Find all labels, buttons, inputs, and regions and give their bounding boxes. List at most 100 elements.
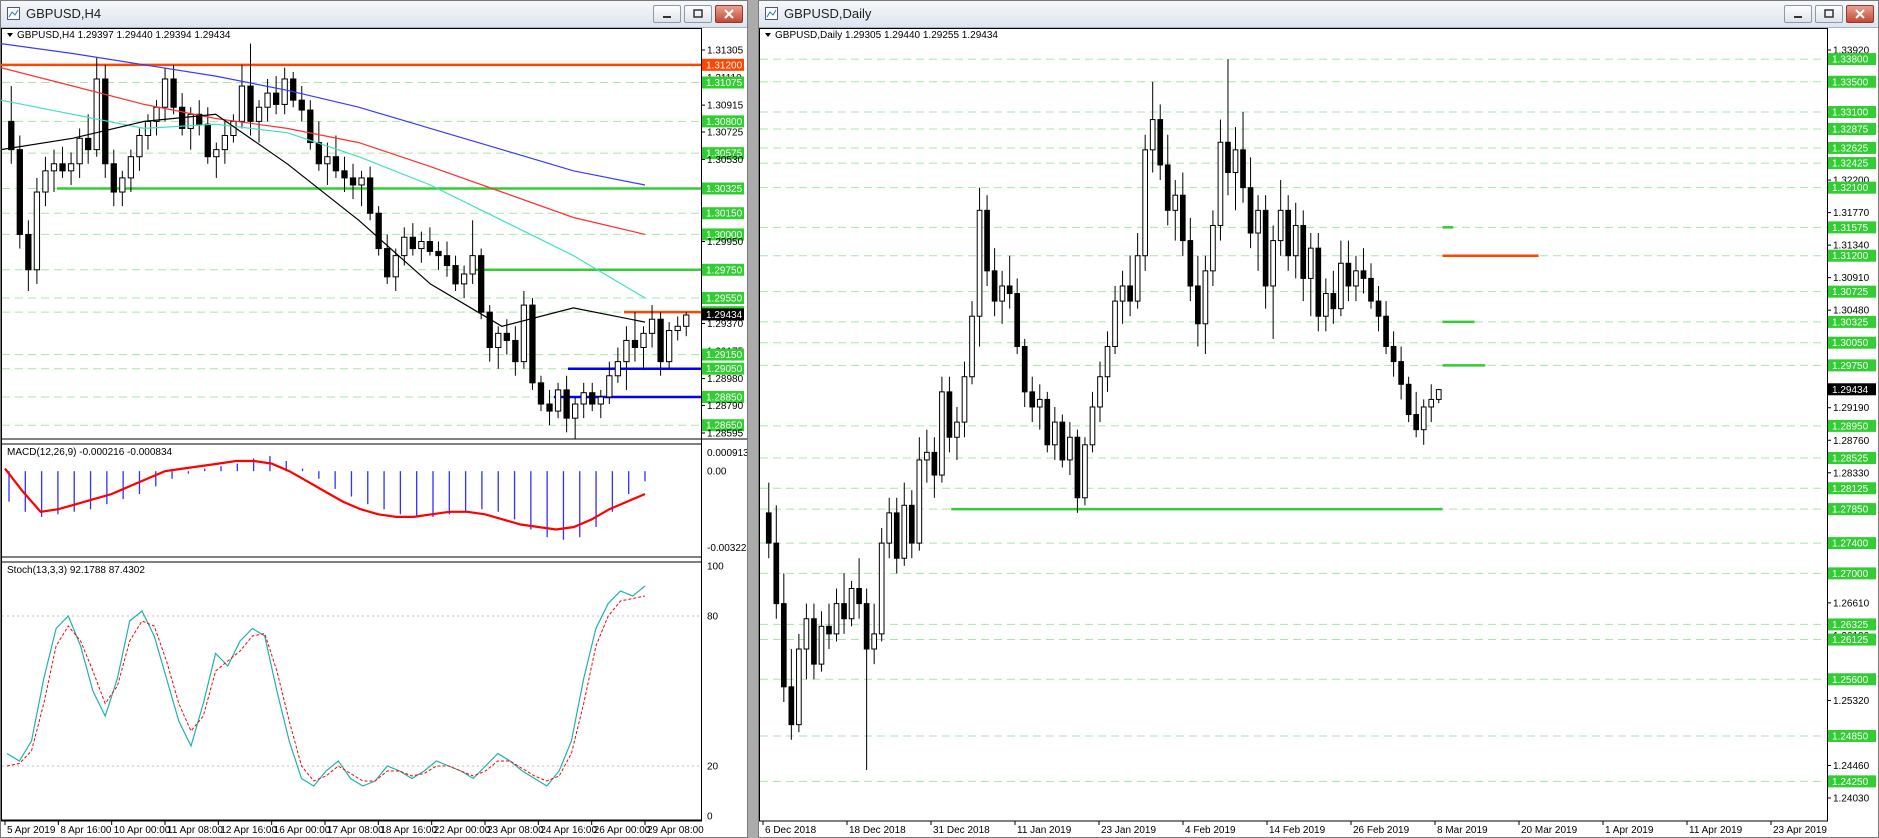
candle-bull — [554, 389, 562, 412]
candle-bear — [1398, 361, 1404, 385]
candle-bull — [648, 318, 656, 334]
candle-bear — [856, 587, 862, 605]
daily-chart[interactable]: 1.339201.338001.335001.331001.328751.326… — [759, 28, 1878, 837]
candle-bear — [546, 403, 553, 412]
time-axis-label: 11 Apr 08:00 — [167, 825, 223, 836]
close-button[interactable] — [1846, 5, 1874, 23]
daily-chart-window[interactable]: GBPUSD,Daily 1.33920 1.33800 1.33500 1.3310… — [758, 0, 1879, 838]
candle-bull — [572, 403, 579, 419]
candle-bull — [901, 504, 908, 559]
time-axis-label: 10 Apr 00:00 — [114, 825, 171, 836]
candle-bull — [264, 92, 271, 108]
candle-bear — [931, 451, 938, 476]
h4-chart[interactable]: 1.313051.312001.311101.310751.309151.308… — [1, 28, 747, 837]
candle-bull — [803, 618, 810, 650]
symbol-info: GBPUSD,H4 1.29397 1.29440 1.29394 1.2943… — [17, 30, 231, 41]
candle-bull — [460, 273, 468, 285]
price-tag-label: 1.30050 — [1832, 338, 1869, 349]
candle-bear — [1262, 209, 1269, 287]
candle-bear — [59, 163, 66, 172]
candle-bear — [631, 339, 639, 348]
candle-bull — [392, 255, 399, 278]
candle-bull — [614, 361, 622, 377]
price-axis-label: 1.30910 — [1833, 273, 1870, 284]
time-axis-label: 31 Dec 2018 — [933, 825, 990, 836]
candle-bull — [324, 156, 331, 165]
price-tag-label: 1.32425 — [1832, 159, 1869, 170]
candle-bear — [452, 265, 459, 285]
close-button[interactable] — [715, 5, 743, 23]
stoch-axis-label: 20 — [707, 762, 719, 773]
candle-bull — [818, 625, 825, 665]
symbol-info: GBPUSD,Daily 1.29305 1.29440 1.29255 1.2… — [775, 30, 998, 41]
h4-titlebar[interactable]: GBPUSD,H4 — [1, 1, 747, 28]
minimize-button[interactable] — [653, 5, 681, 23]
price-tag-label: 1.27400 — [1832, 539, 1869, 550]
candle-bear — [1413, 414, 1420, 431]
candle-bear — [435, 250, 442, 257]
price-axis-label: 1.31770 — [1833, 208, 1870, 219]
candle-bull — [976, 209, 983, 317]
candle-bear — [1360, 270, 1367, 279]
price-tag-label: 1.28125 — [1832, 484, 1869, 495]
stoch-axis-label: 100 — [707, 562, 724, 573]
candle-bear — [1405, 383, 1412, 416]
price-axis-label: 1.30530 — [707, 155, 744, 166]
candle-bear — [272, 92, 280, 105]
candle-bull — [281, 78, 288, 105]
price-tag-label: 1.33100 — [1832, 108, 1869, 119]
candle-bull — [418, 241, 425, 250]
candle-bear — [893, 512, 900, 559]
chart-window-icon — [7, 7, 20, 20]
candle-bull — [665, 330, 673, 363]
candle-bull — [358, 177, 365, 186]
candle-bull — [1420, 406, 1427, 431]
window-title: GBPUSD,H4 — [26, 6, 102, 21]
candle-bear — [204, 123, 211, 158]
maximize-button[interactable] — [684, 5, 712, 23]
minimize-button[interactable] — [1784, 5, 1812, 23]
time-axis-label: 1 Apr 2019 — [1605, 825, 1654, 836]
candle-bull — [606, 375, 613, 398]
maximize-button[interactable] — [1815, 5, 1843, 23]
candle-bear — [1375, 300, 1382, 317]
candle-bull — [999, 285, 1005, 302]
candle-bear — [1300, 224, 1307, 279]
time-axis-label: 11 Apr 2019 — [1689, 825, 1743, 836]
candle-bear — [307, 109, 314, 144]
price-tag-label: 1.30325 — [1832, 317, 1869, 328]
h4-chart-window[interactable]: GBPUSD,H4 1.313051.312001.311101.310751.… — [0, 0, 748, 838]
candle-bear — [247, 85, 254, 122]
price-tag-label: 1.30725 — [1832, 287, 1869, 298]
candle-bull — [127, 156, 135, 179]
candle-bear — [512, 339, 519, 363]
candle-bear — [349, 177, 357, 186]
candle-bull — [939, 391, 945, 476]
chart-window-icon — [765, 7, 778, 20]
time-axis-label: 16 Apr 00:00 — [274, 825, 331, 836]
candle-bull — [1353, 270, 1359, 287]
candle-bear — [657, 318, 664, 363]
candle-bull — [848, 587, 855, 620]
candle-bull — [1051, 421, 1058, 446]
candle-bear — [315, 142, 322, 165]
candle-bear — [773, 542, 780, 605]
daily-titlebar[interactable]: GBPUSD,Daily — [759, 1, 1878, 28]
candle-bull — [1104, 345, 1111, 378]
candle-bull — [1292, 224, 1299, 257]
candle-bull — [1172, 194, 1179, 211]
time-axis-label: 11 Jan 2019 — [1017, 825, 1072, 836]
candle-bear — [537, 382, 545, 405]
candle-bull — [42, 170, 49, 193]
candle-bull — [1202, 270, 1209, 325]
candle-bull — [1270, 240, 1276, 287]
candle-bear — [366, 177, 374, 214]
candle-bear — [1383, 315, 1389, 347]
time-axis-label: 26 Feb 2019 — [1353, 825, 1410, 836]
candle-bull — [833, 603, 840, 635]
price-axis-label: 1.24030 — [1833, 794, 1870, 805]
candle-bear — [332, 156, 340, 172]
price-tag-label: 1.24850 — [1832, 731, 1869, 742]
time-axis-label: 20 Mar 2019 — [1521, 825, 1578, 836]
candle-bull — [1338, 262, 1344, 310]
